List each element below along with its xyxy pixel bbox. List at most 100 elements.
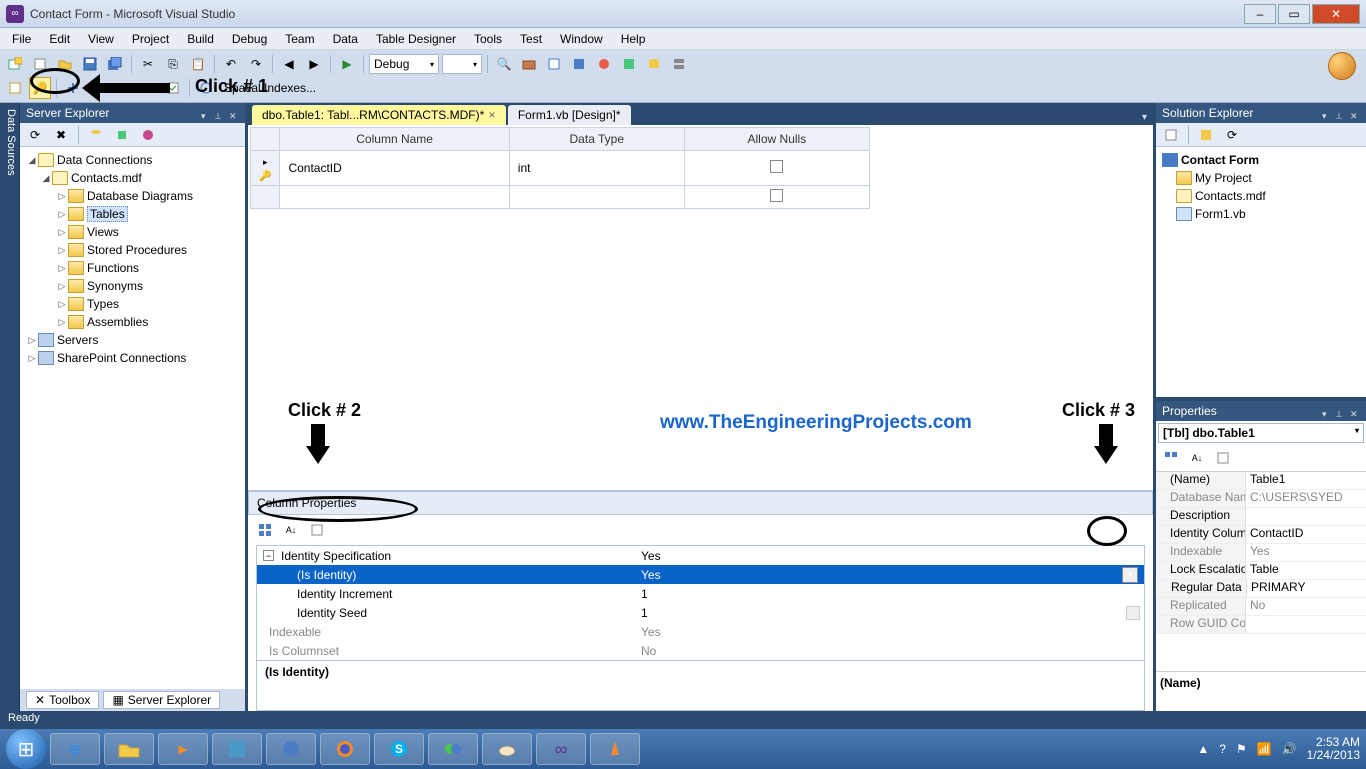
menu-build[interactable]: Build	[179, 30, 222, 48]
menu-file[interactable]: File	[4, 30, 39, 48]
row-indicator[interactable]: ▸	[251, 151, 280, 186]
tab-close-icon[interactable]: ✕	[488, 110, 496, 121]
tree-sharepoint[interactable]: ▷SharePoint Connections	[22, 349, 243, 367]
volume-icon[interactable]: 🔊	[1282, 742, 1297, 756]
checkbox[interactable]	[770, 189, 783, 202]
close-button[interactable]: ✕	[1312, 4, 1360, 24]
taskbar-firefox-icon[interactable]	[320, 733, 370, 765]
cell-column-name[interactable]: ContactID	[280, 151, 509, 186]
collapse-icon[interactable]: −	[263, 550, 274, 561]
panel-dropdown-icon[interactable]	[1322, 406, 1332, 416]
tree-views[interactable]: ▷Views	[22, 223, 243, 241]
menu-help[interactable]: Help	[613, 30, 654, 48]
object-browser-icon[interactable]	[593, 53, 615, 75]
refresh-icon[interactable]: ⟳	[1221, 124, 1243, 146]
solution-myproject[interactable]: My Project	[1158, 169, 1364, 187]
copy-icon[interactable]: ⎘	[162, 53, 184, 75]
menu-tools[interactable]: Tools	[466, 30, 510, 48]
start-button[interactable]	[6, 729, 46, 769]
panel-pin-icon[interactable]	[215, 108, 225, 118]
menu-data[interactable]: Data	[325, 30, 366, 48]
menu-test[interactable]: Test	[512, 30, 550, 48]
scrollbar-thumb[interactable]	[1126, 606, 1140, 620]
new-project-icon[interactable]	[4, 53, 26, 75]
minimize-button[interactable]: –	[1244, 4, 1276, 24]
help-icon[interactable]: ?	[1219, 742, 1226, 756]
connect-server-icon[interactable]	[111, 124, 133, 146]
server-explorer-tab[interactable]: ▦Server Explorer	[103, 691, 220, 709]
db-icon[interactable]	[643, 53, 665, 75]
solution-contacts-mdf[interactable]: Contacts.mdf	[1158, 187, 1364, 205]
tray-icon[interactable]: ▲	[1197, 742, 1209, 756]
save-all-icon[interactable]	[104, 53, 126, 75]
stop-icon[interactable]: ✖	[50, 124, 72, 146]
menu-project[interactable]: Project	[124, 30, 177, 48]
property-row[interactable]: Row GUID Co	[1156, 616, 1366, 634]
cell-data-type[interactable]: int	[509, 151, 684, 186]
property-row[interactable]: Database NamC:\USERS\SYED	[1156, 490, 1366, 508]
tab-form1[interactable]: Form1.vb [Design]*	[508, 105, 631, 125]
tree-functions[interactable]: ▷Functions	[22, 259, 243, 277]
checkbox[interactable]	[770, 160, 783, 173]
panel-dropdown-icon[interactable]	[201, 108, 211, 118]
property-row[interactable]: Description	[1156, 508, 1366, 526]
data-sources-tab[interactable]: Data Sources	[0, 103, 20, 711]
server-explorer-header[interactable]: Server Explorer	[20, 103, 245, 123]
categorized-icon[interactable]	[254, 519, 276, 541]
team-icon[interactable]	[618, 53, 640, 75]
add-sharepoint-icon[interactable]	[137, 124, 159, 146]
property-row[interactable]: Lock EscalatioTable	[1156, 562, 1366, 580]
taskbar-vs-icon[interactable]: ∞	[536, 733, 586, 765]
tree-tables[interactable]: ▷Tables	[22, 205, 243, 223]
tree-db-diagrams[interactable]: ▷Database Diagrams	[22, 187, 243, 205]
col-header-nulls[interactable]: Allow Nulls	[684, 128, 869, 151]
properties-object-combo[interactable]: [Tbl] dbo.Table1▾	[1158, 423, 1364, 443]
paste-icon[interactable]: 📋	[187, 53, 209, 75]
menu-table-designer[interactable]: Table Designer	[368, 30, 464, 48]
prop-identity-spec[interactable]: −Identity SpecificationYes	[257, 546, 1144, 565]
panel-close-icon[interactable]	[1350, 108, 1360, 118]
platform-combo[interactable]: ▾	[442, 54, 482, 74]
panel-pin-icon[interactable]	[1336, 108, 1346, 118]
maximize-button[interactable]: ▭	[1278, 4, 1310, 24]
tab-table-designer[interactable]: dbo.Table1: Tabl...RM\CONTACTS.MDF)*✕	[252, 105, 506, 125]
toolbox-icon[interactable]	[518, 53, 540, 75]
property-row[interactable]: +Regular DataPRIMARY	[1156, 580, 1366, 598]
show-all-icon[interactable]	[1195, 124, 1217, 146]
tree-synonyms[interactable]: ▷Synonyms	[22, 277, 243, 295]
panel-close-icon[interactable]	[229, 108, 239, 118]
flag-icon[interactable]: ⚑	[1236, 742, 1247, 756]
property-row[interactable]: ReplicatedNo	[1156, 598, 1366, 616]
find-icon[interactable]: 🔍	[493, 53, 515, 75]
prop-is-identity[interactable]: (Is Identity)Yes▾	[257, 565, 1144, 584]
redo-icon[interactable]: ↷	[245, 53, 267, 75]
start-debug-icon[interactable]: ▶	[336, 53, 358, 75]
property-row[interactable]: IndexableYes	[1156, 544, 1366, 562]
prop-identity-increment[interactable]: Identity Increment1	[257, 584, 1144, 603]
tree-servers[interactable]: ▷Servers	[22, 331, 243, 349]
tree-types[interactable]: ▷Types	[22, 295, 243, 313]
property-row[interactable]: Identity ColumContactID	[1156, 526, 1366, 544]
menu-edit[interactable]: Edit	[41, 30, 78, 48]
undo-icon[interactable]: ↶	[220, 53, 242, 75]
menu-debug[interactable]: Debug	[224, 30, 275, 48]
col-header-type[interactable]: Data Type	[509, 128, 684, 151]
solution-project[interactable]: Contact Form	[1158, 151, 1364, 169]
taskbar-messenger-icon[interactable]	[428, 733, 478, 765]
taskbar-paint-icon[interactable]	[482, 733, 532, 765]
connect-db-icon[interactable]	[85, 124, 107, 146]
taskbar-media-icon[interactable]: ▶	[158, 733, 208, 765]
system-clock[interactable]: 2:53 AM 1/24/2013	[1307, 736, 1360, 762]
prop-indexable[interactable]: IndexableYes	[257, 622, 1144, 641]
properties-header[interactable]: Properties	[1156, 401, 1366, 421]
solution-explorer-icon[interactable]	[543, 53, 565, 75]
cell-empty[interactable]	[280, 186, 509, 209]
solution-form1[interactable]: Form1.vb	[1158, 205, 1364, 223]
tree-data-connections[interactable]: ◢Data Connections	[22, 151, 243, 169]
tree-stored-procs[interactable]: ▷Stored Procedures	[22, 241, 243, 259]
taskbar-ie-icon[interactable]: e	[50, 733, 100, 765]
toolbox-tab[interactable]: ✕Toolbox	[26, 691, 99, 709]
cell-empty[interactable]	[509, 186, 684, 209]
properties-icon[interactable]	[568, 53, 590, 75]
panel-pin-icon[interactable]	[1336, 406, 1346, 416]
